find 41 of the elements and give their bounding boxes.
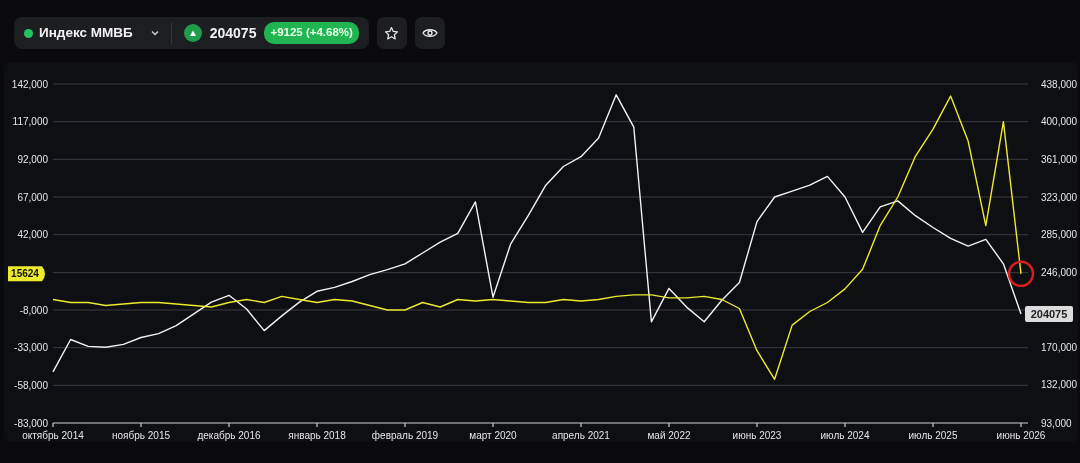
axis-label: -8,000 [19, 304, 48, 316]
axis-label: ноябрь 2015 [112, 430, 170, 441]
axis-label: 361,000 [1041, 154, 1078, 166]
status-dot [24, 28, 33, 38]
axis-label: январь 2018 [288, 430, 346, 441]
axis-label: октябрь 2014 [22, 430, 84, 441]
instrument-dropdown[interactable]: Индекс ММВБ [24, 22, 159, 44]
axis-label: 93,000 [1041, 417, 1072, 429]
axis-label: -83,000 [14, 417, 48, 429]
axis-label: февраль 2019 [371, 430, 439, 441]
watch-button[interactable] [414, 17, 445, 49]
axis-label: 142,000 [11, 78, 48, 90]
axis-label: 400,000 [1041, 115, 1078, 127]
change-badge: +9125 (+4.68%) [264, 22, 359, 44]
axis-label: 42,000 [17, 229, 48, 241]
axis-label: декабрь 2016 [197, 430, 261, 441]
price-tag: 15624 [8, 266, 45, 282]
favorite-button[interactable] [376, 17, 407, 49]
price-value: 204075 [209, 23, 257, 43]
price-tag: 204075 [1025, 305, 1073, 322]
axis-label: июнь 2026 [996, 430, 1046, 441]
star-icon [384, 25, 400, 41]
axis-label: март 2020 [469, 430, 517, 441]
axis-label: 170,000 [1041, 341, 1078, 353]
axis-label: апрель 2021 [552, 430, 610, 441]
axis-label: июль 2024 [820, 430, 870, 441]
axis-label: июль 2025 [908, 430, 958, 441]
axis-label: 246,000 [1041, 267, 1078, 279]
axis-label: -58,000 [14, 379, 48, 391]
axis-label: май 2022 [647, 430, 691, 441]
axis-label: 285,000 [1041, 228, 1078, 240]
axis-label: 132,000 [1041, 379, 1078, 391]
eye-icon [421, 27, 438, 39]
axis-label: июнь 2023 [732, 430, 782, 441]
axis-label: 438,000 [1041, 78, 1078, 90]
axis-label: 92,000 [17, 153, 48, 165]
axis-label: 323,000 [1041, 191, 1078, 203]
chevron-icon [150, 30, 159, 36]
axis-label: 67,000 [17, 191, 48, 203]
axis-label: -33,000 [14, 342, 48, 354]
axis-label: 117,000 [12, 116, 48, 128]
